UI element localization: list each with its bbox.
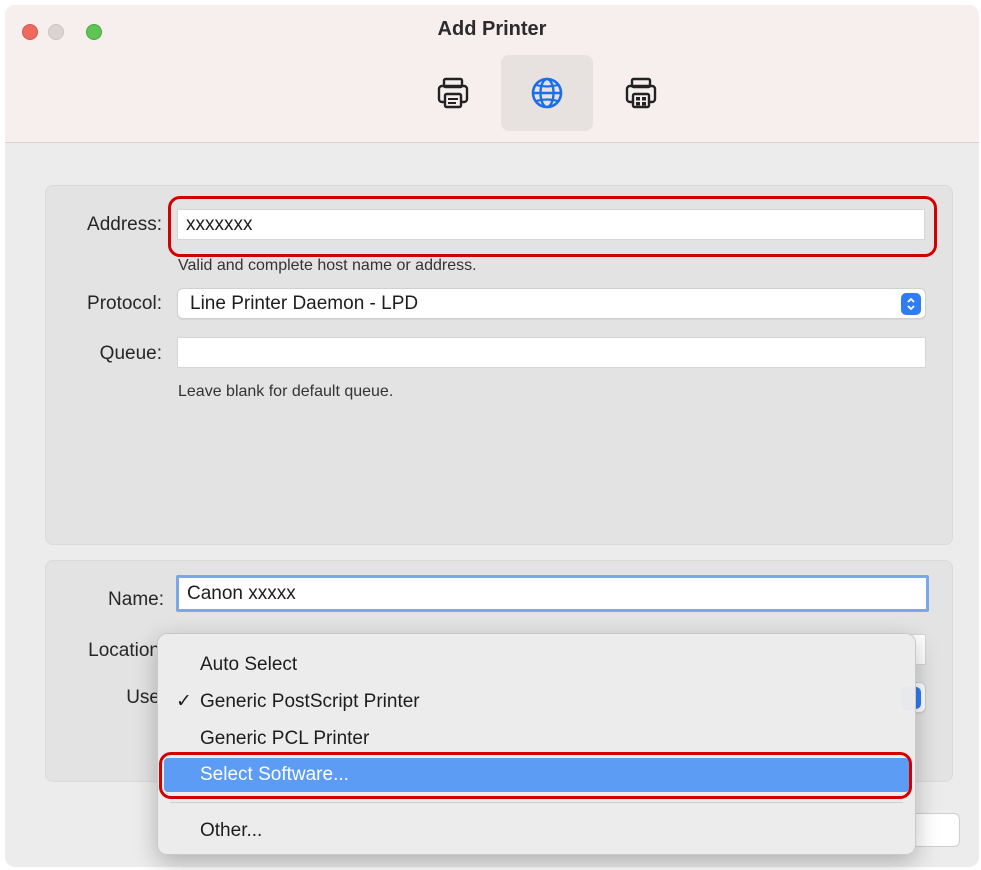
protocol-value: Line Printer Daemon - LPD xyxy=(190,293,419,314)
address-hint: Valid and complete host name or address. xyxy=(178,257,477,274)
protocol-popup[interactable]: Line Printer Daemon - LPD xyxy=(177,288,926,319)
globe-icon xyxy=(531,77,563,109)
tab-ip[interactable] xyxy=(501,55,593,131)
window-title: Add Printer xyxy=(437,18,547,40)
address-highlight-annotation xyxy=(168,196,937,257)
menu-separator xyxy=(170,802,903,803)
address-label: Address: xyxy=(87,214,162,235)
protocol-label: Protocol: xyxy=(87,293,162,314)
name-label: Name: xyxy=(108,589,164,610)
titlebar: Add Printer xyxy=(5,5,979,143)
tab-default-printers[interactable] xyxy=(407,55,499,131)
tab-windows[interactable] xyxy=(595,55,687,131)
add-button[interactable] xyxy=(910,813,960,847)
queue-field[interactable] xyxy=(177,337,926,368)
queue-label: Queue: xyxy=(99,343,162,364)
menu-item-auto-select[interactable]: Auto Select xyxy=(164,648,909,682)
checkmark-icon: ✓ xyxy=(176,691,192,712)
name-field[interactable]: Canon xxxxx xyxy=(176,575,929,612)
printer-icon xyxy=(437,77,469,109)
location-label: Location xyxy=(88,640,160,661)
use-dropdown-menu: Auto Select ✓ Generic PostScript Printer… xyxy=(157,633,916,855)
up-down-arrows-icon xyxy=(901,293,921,315)
use-label: Use xyxy=(126,687,160,708)
menu-item-other[interactable]: Other... xyxy=(164,814,909,848)
select-software-highlight-annotation xyxy=(159,752,912,799)
menu-item-generic-pcl[interactable]: Generic PCL Printer xyxy=(164,722,909,756)
menu-item-generic-postscript[interactable]: ✓ Generic PostScript Printer xyxy=(164,685,909,719)
queue-hint: Leave blank for default queue. xyxy=(178,383,394,400)
windows-printer-icon xyxy=(625,77,657,109)
